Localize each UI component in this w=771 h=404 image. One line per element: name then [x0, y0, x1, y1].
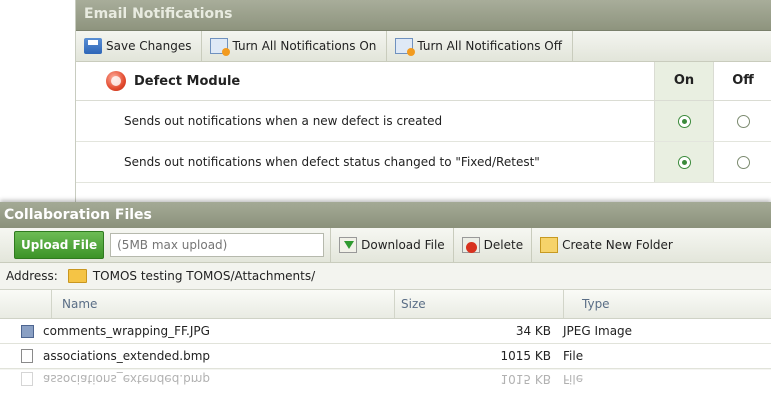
new-folder-icon: [540, 237, 559, 253]
envelope-icon: [395, 38, 416, 56]
create-new-folder-label: Create New Folder: [562, 238, 673, 252]
address-label: Address:: [6, 269, 58, 283]
save-icon: [84, 38, 102, 54]
type-column-header[interactable]: Type: [564, 290, 771, 318]
email-notifications-panel: Email Notifications Save Changes Turn Al…: [75, 0, 771, 210]
file-type: File: [563, 372, 584, 386]
image-file-icon: [21, 324, 34, 338]
file-row-reflection: associations_extended.bmp 1015 KB File: [0, 369, 771, 388]
save-changes-button[interactable]: Save Changes: [76, 31, 203, 61]
column-off-header: Off: [713, 62, 771, 100]
off-radio[interactable]: [736, 155, 750, 169]
download-label: Download File: [361, 238, 445, 252]
file-name: associations_extended.bmp: [43, 372, 211, 386]
create-new-folder-button[interactable]: Create New Folder: [531, 228, 681, 262]
notification-text: Sends out notifications when a new defec…: [124, 114, 443, 128]
notification-row: Sends out notifications when a new defec…: [76, 101, 771, 142]
file-row[interactable]: associations_extended.bmp 1015 KB File: [0, 344, 771, 369]
address-path[interactable]: TOMOS testing TOMOS/Attachments/: [93, 269, 315, 283]
files-toolbar: Upload File Download File Delete Create …: [0, 228, 771, 263]
column-on-header: On: [654, 62, 713, 100]
download-icon: [339, 237, 358, 253]
name-column-header[interactable]: Name: [52, 290, 395, 318]
module-name: Defect Module: [134, 73, 241, 89]
envelope-icon: [210, 38, 231, 56]
folder-icon: [67, 269, 87, 283]
files-panel-title: Collaboration Files: [0, 202, 771, 228]
turn-all-on-button[interactable]: Turn All Notifications On: [202, 31, 388, 61]
turn-all-off-label: Turn All Notifications Off: [417, 39, 562, 53]
delete-label: Delete: [483, 238, 524, 252]
turn-all-on-label: Turn All Notifications On: [232, 39, 377, 53]
save-changes-label: Save Changes: [106, 39, 192, 53]
download-file-button[interactable]: Download File: [330, 228, 453, 262]
file-size: 34 KB: [515, 324, 551, 338]
defect-module-icon: [106, 71, 126, 91]
file-name: associations_extended.bmp: [43, 349, 211, 363]
file-icon: [21, 349, 33, 363]
file-size: 1015 KB: [500, 372, 551, 386]
address-bar: Address: TOMOS testing TOMOS/Attachments…: [0, 263, 771, 290]
file-row[interactable]: comments_wrapping_FF.JPG 34 KB JPEG Imag…: [0, 319, 771, 344]
size-column-header[interactable]: Size: [395, 290, 564, 318]
notifications-toolbar: Save Changes Turn All Notifications On T…: [76, 31, 771, 62]
file-type: JPEG Image: [563, 324, 633, 338]
delete-button[interactable]: Delete: [452, 228, 531, 262]
upload-file-button[interactable]: Upload File: [14, 231, 105, 259]
file-icon: [21, 372, 33, 386]
defect-module-header: Defect Module On Off: [76, 62, 771, 101]
upload-file-field[interactable]: [110, 233, 325, 257]
file-type: File: [563, 349, 584, 363]
file-name: comments_wrapping_FF.JPG: [43, 324, 210, 338]
on-radio[interactable]: [677, 155, 691, 169]
notification-row: Sends out notifications when defect stat…: [76, 142, 771, 183]
turn-all-off-button[interactable]: Turn All Notifications Off: [387, 31, 573, 61]
off-radio[interactable]: [736, 114, 750, 128]
panel-title: Email Notifications: [76, 0, 771, 31]
file-size: 1015 KB: [500, 349, 551, 363]
delete-icon: [461, 237, 480, 253]
file-list-header: Name Size Type: [0, 290, 771, 319]
collaboration-files-panel: Collaboration Files Upload File Download…: [0, 202, 771, 404]
notification-text: Sends out notifications when defect stat…: [124, 155, 540, 169]
on-radio[interactable]: [677, 114, 691, 128]
